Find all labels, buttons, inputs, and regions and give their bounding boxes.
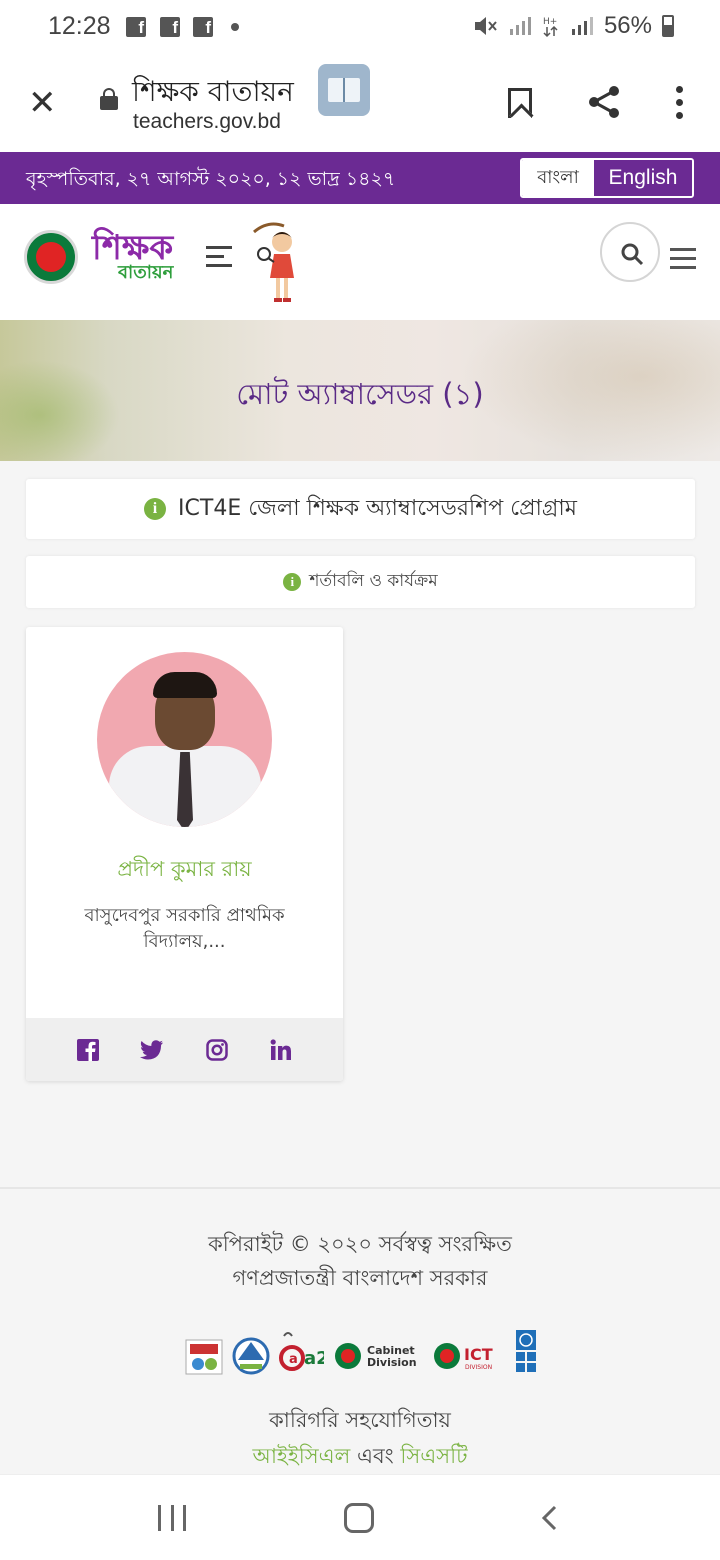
svg-text:H+: H+ bbox=[543, 17, 557, 27]
program-info-box[interactable]: i ICT4E জেলা শিক্ষক অ্যাম্বাসেডরশিপ প্রো… bbox=[26, 479, 695, 539]
banner-title: মোট অ্যাম্বাসেডর (১) bbox=[236, 377, 484, 411]
share-icon[interactable] bbox=[586, 84, 622, 120]
instagram-icon[interactable] bbox=[204, 1037, 230, 1063]
lock-icon[interactable] bbox=[100, 88, 118, 110]
home-button[interactable] bbox=[344, 1503, 374, 1533]
recent-apps-button[interactable] bbox=[158, 1505, 186, 1531]
lang-bangla-button[interactable]: বাংলা bbox=[522, 160, 594, 196]
iecl-link[interactable]: আইইসিএল bbox=[252, 1444, 350, 1468]
ict-division-logo[interactable]: ICT DIVISION bbox=[432, 1326, 504, 1382]
cabinet-division-logo[interactable]: Cabinet Division bbox=[332, 1326, 422, 1382]
battery-percent: 56% bbox=[603, 12, 652, 39]
browser-toolbar: ✕ শিক্ষক বাতায়ন teachers.gov.bd bbox=[0, 56, 720, 152]
date-bar: বৃহস্পতিবার, ২৭ আগস্ট ২০২০, ১২ ভাদ্র ১৪২… bbox=[0, 152, 720, 204]
university-logo[interactable] bbox=[230, 1326, 272, 1382]
program-title: ICT4E জেলা শিক্ষক অ্যাম্বাসেডরশিপ প্রোগ্… bbox=[178, 495, 577, 521]
tech-support-label: কারিগরি সহযোগিতায় bbox=[269, 1408, 451, 1432]
facebook-icon: f bbox=[126, 17, 146, 37]
ict-label: ICT bbox=[464, 1345, 493, 1364]
facebook-icon: f bbox=[160, 17, 180, 37]
facebook-icon[interactable] bbox=[75, 1037, 101, 1063]
svg-text:a: a bbox=[289, 1352, 298, 1367]
site-logo-subtext[interactable]: বাতায়ন bbox=[118, 258, 173, 289]
site-header: শিক্ষক বাতায়ন bbox=[0, 204, 720, 320]
ict-division-label: DIVISION bbox=[465, 1364, 492, 1371]
current-date: বৃহস্পতিবার, ২৭ আগস্ট ২০২০, ১২ ভাদ্র ১৪২… bbox=[26, 168, 396, 190]
signal-icon bbox=[571, 17, 593, 35]
division-label: Division bbox=[367, 1356, 417, 1369]
copyright-text: কপিরাইট © ২০২০ সর্বস্বত্ব সংরক্ষিত গণপ্র… bbox=[0, 1227, 720, 1295]
status-time: 12:28 bbox=[48, 12, 111, 40]
copyright-line-2: গণপ্রজাতন্ত্রী বাংলাদেশ সরকার bbox=[232, 1266, 488, 1290]
facebook-icon: f bbox=[193, 17, 213, 37]
undp-logo[interactable] bbox=[514, 1326, 540, 1382]
status-right: H+ 56% bbox=[472, 12, 674, 40]
tech-support-links: আইইসিএল এবং সিএসটি bbox=[0, 1440, 720, 1475]
ambassador-school: বাসুদেবপুর সরকারি প্রাথমিক বিদ্যালয়,... bbox=[84, 905, 285, 952]
more-notifications-icon bbox=[231, 23, 239, 31]
system-navigation-bar bbox=[0, 1474, 720, 1560]
site-favicon-icon bbox=[318, 64, 370, 116]
lang-english-button[interactable]: English bbox=[594, 160, 692, 196]
page-banner: মোট অ্যাম্বাসেডর (১) bbox=[0, 320, 720, 461]
footer-divider bbox=[0, 1187, 720, 1189]
twitter-icon[interactable] bbox=[139, 1037, 165, 1063]
status-bar: 12:28 f f f H+ 56% bbox=[0, 0, 720, 56]
data-hplus-icon: H+ bbox=[543, 17, 558, 38]
partner-logos: a a2i Cabinet Division ICT DIVISION bbox=[184, 1326, 544, 1382]
mascot-girl-image bbox=[253, 222, 294, 302]
info-icon: i bbox=[144, 498, 167, 520]
terms-link[interactable]: শর্তাবলি ও কার্যক্রম bbox=[309, 568, 437, 596]
language-switch: বাংলা English bbox=[520, 158, 694, 198]
and-text: এবং bbox=[356, 1444, 394, 1468]
a2i-logo[interactable]: a a2i bbox=[278, 1326, 324, 1382]
hamburger-menu-icon[interactable] bbox=[670, 248, 696, 272]
a2i-label: a2i bbox=[304, 1348, 324, 1369]
social-links bbox=[26, 1018, 343, 1081]
url-text[interactable]: teachers.gov.bd bbox=[133, 110, 281, 134]
linkedin-icon[interactable] bbox=[268, 1037, 294, 1063]
more-options-icon[interactable] bbox=[674, 86, 684, 120]
info-icon: i bbox=[283, 573, 302, 591]
ambassador-name[interactable]: প্রদীপ কুমার রায় bbox=[26, 853, 343, 888]
bookmark-icon[interactable] bbox=[508, 88, 532, 118]
education-ministry-logo[interactable] bbox=[184, 1326, 224, 1382]
battery-icon bbox=[662, 15, 674, 37]
signal-icon bbox=[509, 17, 531, 35]
terms-info-box[interactable]: i শর্তাবলি ও কার্যক্রম bbox=[26, 556, 695, 608]
ambassador-card[interactable]: প্রদীপ কুমার রায় বাসুদেবপুর সরকারি প্রা… bbox=[26, 627, 343, 1081]
search-button[interactable] bbox=[600, 222, 660, 282]
close-tab-button[interactable]: ✕ bbox=[28, 86, 57, 120]
menu-toggle-icon[interactable] bbox=[206, 246, 232, 270]
government-emblem-logo[interactable] bbox=[24, 230, 78, 284]
avatar[interactable] bbox=[97, 652, 272, 827]
mute-icon bbox=[474, 17, 497, 35]
copyright-line-1: কপিরাইট © ২০২০ সর্বস্বত্ব সংরক্ষিত bbox=[208, 1232, 512, 1256]
back-button[interactable] bbox=[540, 1505, 558, 1531]
search-icon bbox=[621, 243, 644, 266]
cst-link[interactable]: সিএসটি bbox=[400, 1444, 467, 1468]
